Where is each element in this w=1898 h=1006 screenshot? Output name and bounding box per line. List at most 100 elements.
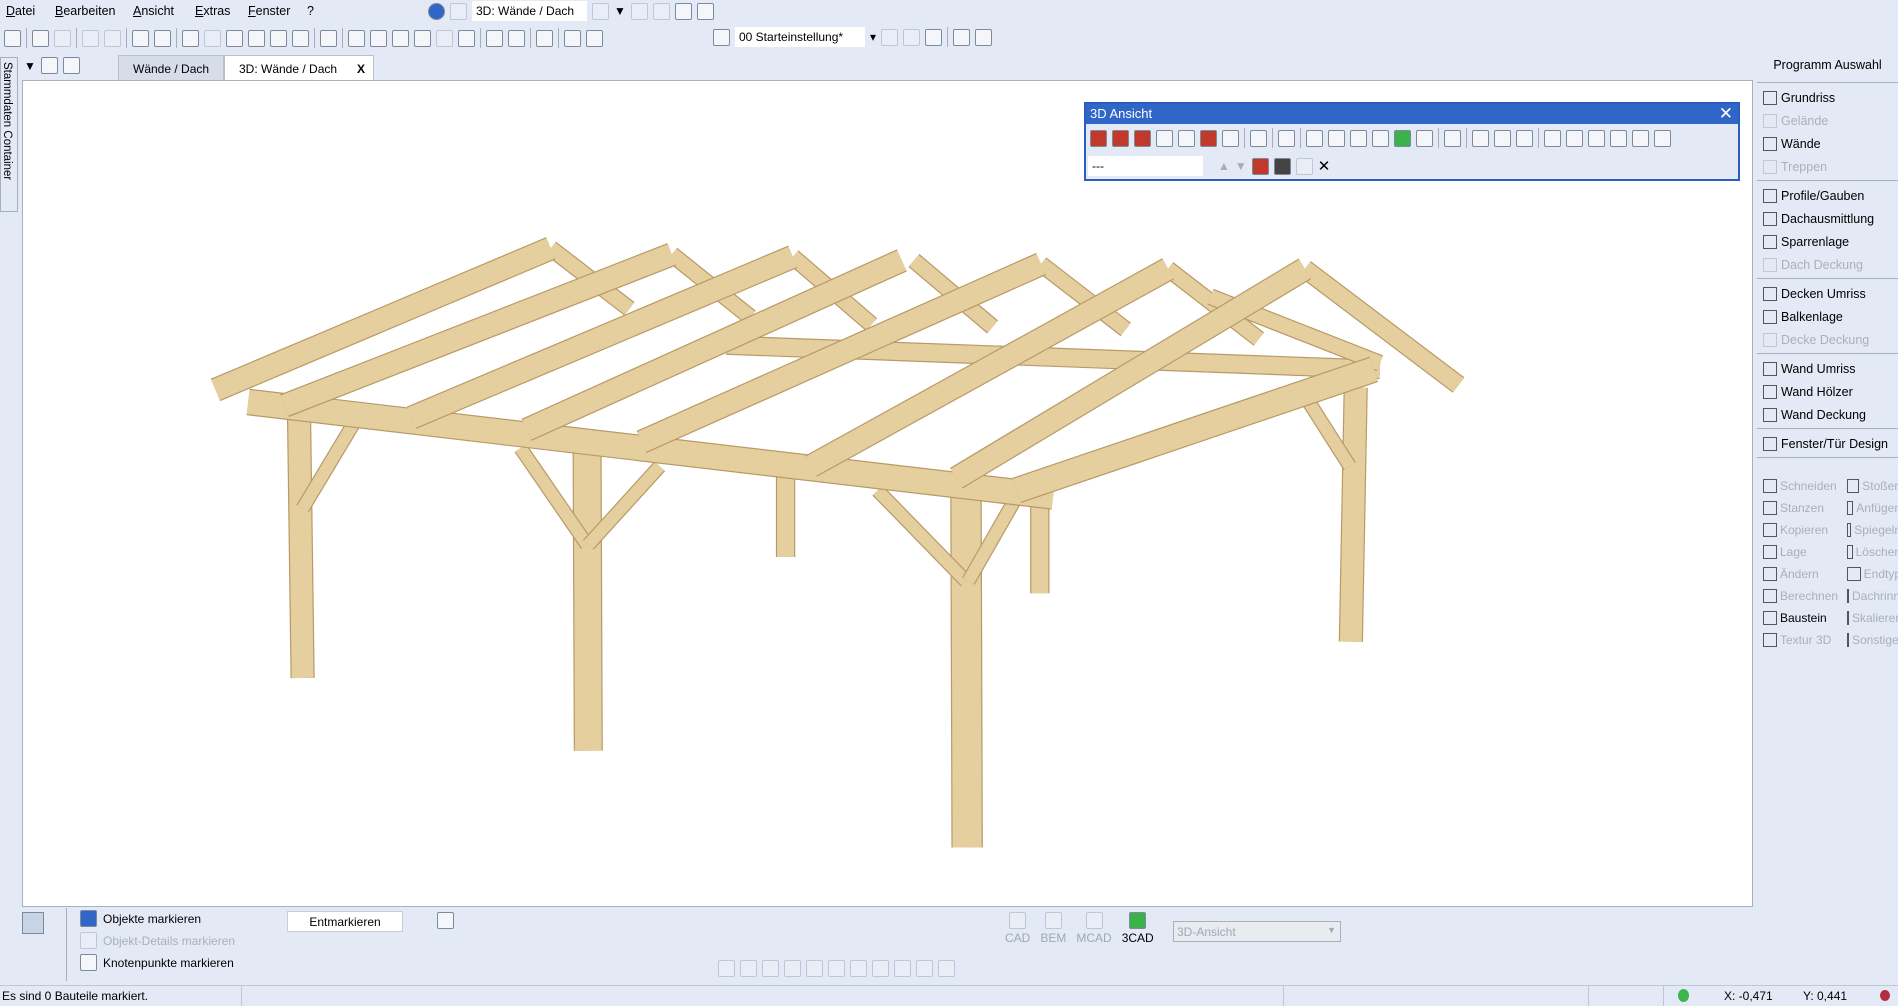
music-icon[interactable]: [1654, 129, 1671, 147]
snap-tool-icon[interactable]: [740, 960, 757, 977]
3d-cloud-icon[interactable]: [1516, 129, 1533, 147]
unmark-button[interactable]: Entmarkieren: [287, 911, 403, 932]
arrow-up-icon[interactable]: [592, 2, 609, 20]
binoculars-icon[interactable]: [975, 28, 993, 46]
mode-cad[interactable]: CAD: [1005, 912, 1030, 945]
menu-help[interactable]: ?: [307, 4, 314, 18]
view-selector[interactable]: 3D: Wände / Dach: [472, 1, 587, 21]
snap-tool-icon[interactable]: [850, 960, 867, 977]
program-item-dach-deckung[interactable]: Dach Deckung: [1757, 253, 1898, 276]
eye-icon[interactable]: [392, 29, 409, 47]
gear-icon[interactable]: [925, 28, 943, 46]
rotate-icon[interactable]: [292, 29, 309, 47]
program-item-profile-gauben[interactable]: Profile/Gauben: [1757, 184, 1898, 207]
program-item-wand-umriss[interactable]: Wand Umriss: [1757, 357, 1898, 380]
program-item-wand-deckung[interactable]: Wand Deckung: [1757, 403, 1898, 426]
box-outline-icon[interactable]: [1372, 129, 1389, 147]
preset-edit-icon[interactable]: [903, 28, 921, 46]
save-view-icon[interactable]: [1251, 157, 1269, 175]
zoom-icon[interactable]: [248, 29, 265, 47]
text-size-icon[interactable]: [182, 29, 199, 47]
tool-1[interactable]: Stoßen: [1841, 475, 1898, 497]
program-item-fenster-tür-design[interactable]: Fenster/Tür Design: [1757, 432, 1898, 455]
visibility-preset-icon[interactable]: [713, 28, 730, 46]
preset-save-icon[interactable]: [881, 28, 899, 46]
search-object-icon[interactable]: [437, 912, 454, 929]
delete-icon[interactable]: ✕: [1318, 157, 1331, 175]
floor-tree-icon[interactable]: [696, 2, 714, 20]
camera-position-field[interactable]: ---: [1088, 156, 1203, 176]
tool-5[interactable]: Spiegeln: [1841, 519, 1898, 541]
tool-2[interactable]: Stanzen: [1757, 497, 1841, 519]
view-roof-icon[interactable]: [1200, 129, 1217, 147]
program-item-grundriss[interactable]: Grundriss: [1757, 86, 1898, 109]
tool-12[interactable]: Baustein: [1757, 607, 1841, 629]
arrow-down-icon[interactable]: ▼: [1235, 159, 1247, 173]
close-window-icon[interactable]: [40, 57, 58, 74]
program-item-wand-hölzer[interactable]: Wand Hölzer: [1757, 380, 1898, 403]
floor-icon[interactable]: [652, 2, 670, 20]
dimension-icon[interactable]: [486, 29, 503, 47]
snap-tool-icon[interactable]: [806, 960, 823, 977]
menu-datei[interactable]: Datei: [6, 4, 35, 18]
floor-down-icon[interactable]: [630, 2, 648, 20]
snap-tool-icon[interactable]: [828, 960, 845, 977]
redo-icon[interactable]: [104, 29, 121, 47]
snap-icon[interactable]: [320, 29, 337, 47]
camera-icon[interactable]: [1472, 129, 1489, 147]
mode-mcad[interactable]: MCAD: [1076, 912, 1112, 945]
tool-8[interactable]: Ändern: [1757, 563, 1841, 585]
arrow-up-icon[interactable]: ▲: [1218, 159, 1230, 173]
up-icon[interactable]: [450, 2, 467, 20]
zoom-window-icon[interactable]: [226, 29, 243, 47]
house-icon[interactable]: [348, 29, 365, 47]
tool-10[interactable]: Berechnen: [1757, 585, 1841, 607]
copy-view-icon[interactable]: [1295, 157, 1313, 175]
snap-tool-icon[interactable]: [938, 960, 955, 977]
snap-tool-icon[interactable]: [894, 960, 911, 977]
sync-icon[interactable]: [428, 2, 445, 20]
tool-9[interactable]: Endtyp: [1841, 563, 1898, 585]
mark-nodes-option[interactable]: Knotenpunkte markieren: [80, 954, 235, 971]
split-view-icon[interactable]: [62, 57, 80, 74]
pan-icon[interactable]: [270, 29, 287, 47]
snap-tool-icon[interactable]: [916, 960, 933, 977]
floor-up-icon[interactable]: [674, 2, 692, 20]
tool-15[interactable]: Sonstiges: [1841, 629, 1898, 651]
cube-icon[interactable]: [1588, 129, 1605, 147]
textured-icon[interactable]: [1416, 129, 1433, 147]
pen-icon[interactable]: [414, 29, 431, 47]
undo-icon[interactable]: [82, 29, 99, 47]
tab-3d-waende-dach[interactable]: 3D: Wände / Dach X: [224, 55, 374, 82]
presentation-icon[interactable]: [1444, 129, 1461, 147]
solid-icon[interactable]: [1394, 129, 1411, 147]
mark-objects-option[interactable]: Objekte markieren: [80, 910, 235, 927]
menu-bearbeiten[interactable]: Bearbeiten: [55, 4, 115, 18]
open-icon[interactable]: [4, 29, 21, 47]
print-preview-icon[interactable]: [154, 29, 171, 47]
tab-close-icon[interactable]: X: [357, 62, 365, 76]
cut-icon[interactable]: [32, 29, 49, 47]
tool-4[interactable]: Kopieren: [1757, 519, 1841, 541]
view-eye-icon[interactable]: [1222, 129, 1239, 147]
preset-selector[interactable]: 00 Starteinstellung*: [735, 27, 865, 47]
render-icon[interactable]: [436, 29, 453, 47]
material-icon[interactable]: [536, 29, 553, 47]
step-back-icon[interactable]: [1278, 129, 1295, 147]
tool-6[interactable]: Lage: [1757, 541, 1841, 563]
tool-14[interactable]: Textur 3D: [1757, 629, 1841, 651]
program-item-dachausmittlung[interactable]: Dachausmittlung: [1757, 207, 1898, 230]
view-front-icon[interactable]: [1156, 129, 1173, 147]
box-icon[interactable]: [1350, 129, 1367, 147]
dxf-icon[interactable]: [458, 29, 475, 47]
panel-icon[interactable]: [586, 29, 603, 47]
snap-tool-icon[interactable]: [718, 960, 735, 977]
snap-tool-icon[interactable]: [872, 960, 889, 977]
tool-0[interactable]: Schneiden: [1757, 475, 1841, 497]
light-icon[interactable]: [204, 29, 221, 47]
program-item-gelände[interactable]: Gelände: [1757, 109, 1898, 132]
tool-11[interactable]: Dachrinne: [1841, 585, 1898, 607]
program-item-decken-umriss[interactable]: Decken Umriss: [1757, 282, 1898, 305]
material-layers-icon[interactable]: [1610, 129, 1627, 147]
camera-settings-icon[interactable]: [1494, 129, 1511, 147]
